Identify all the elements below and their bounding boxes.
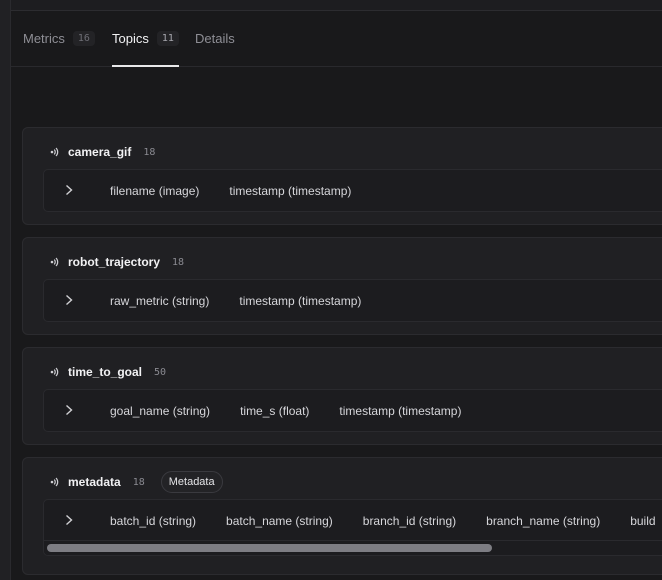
field-list: raw_metric (string) timestamp (timestamp… [110,280,391,321]
schema-field: filename (image) [110,183,200,198]
signal-icon [50,477,59,487]
tab-bar: Metrics 16 Topics 11 Details [11,11,662,67]
metadata-tag: Metadata [160,471,223,493]
field-list: goal_name (string) time_s (float) timest… [110,390,491,431]
topic-name[interactable]: robot_trajectory [68,255,160,269]
topic-header: robot_trajectory 18 [45,252,184,272]
tab-count-badge: 11 [156,31,179,46]
schema-field: build [630,513,656,528]
schema-field: branch_id (string) [362,513,457,528]
topic-count: 18 [132,476,145,488]
schema-row[interactable]: raw_metric (string) timestamp (timestamp… [43,279,662,322]
scrollbar-thumb[interactable] [47,544,492,552]
topic-header: camera_gif 18 [45,142,155,162]
tab-topics[interactable]: Topics 11 [112,11,179,67]
tab-label: Details [195,31,235,46]
tab-metrics[interactable]: Metrics 16 [23,11,95,66]
topic-name[interactable]: camera_gif [68,145,131,159]
topic-name[interactable]: metadata [68,475,121,489]
topic-header: time_to_goal 50 [45,362,166,382]
tab-label: Topics [112,31,149,46]
schema-row[interactable]: batch_id (string) batch_name (string) br… [43,499,662,556]
schema-field: timestamp (timestamp) [229,183,352,198]
topic-count: 18 [143,146,156,158]
schema-row[interactable]: filename (image) timestamp (timestamp) [43,169,662,212]
chevron-right-icon[interactable] [63,183,75,197]
schema-field: batch_id (string) [110,513,197,528]
chevron-right-icon[interactable] [63,403,75,417]
chevron-right-icon[interactable] [63,293,75,307]
horizontal-scrollbar[interactable] [44,540,662,555]
topic-name[interactable]: time_to_goal [68,365,142,379]
topic-header: metadata 18 Metadata [45,471,223,493]
schema-field: goal_name (string) [110,403,211,418]
top-strip [11,0,662,11]
topic-card: metadata 18 Metadata batch_id (string) b… [22,457,662,575]
schema-field: timestamp (timestamp) [239,293,362,308]
topic-count: 18 [172,256,185,268]
schema-field: time_s (float) [240,403,310,418]
signal-icon [50,257,59,267]
field-list: filename (image) timestamp (timestamp) [110,170,381,211]
tab-count-badge: 16 [72,31,95,46]
tab-label: Metrics [23,31,65,46]
schema-field: raw_metric (string) [110,293,210,308]
schema-row[interactable]: goal_name (string) time_s (float) timest… [43,389,662,432]
topic-card: robot_trajectory 18 raw_metric (string) … [22,237,662,335]
topic-card: time_to_goal 50 goal_name (string) time_… [22,347,662,445]
topic-card: camera_gif 18 filename (image) timestamp… [22,127,662,225]
schema-field: branch_name (string) [486,513,601,528]
chevron-right-icon[interactable] [63,513,75,527]
schema-field: batch_name (string) [226,513,333,528]
signal-icon [50,147,59,157]
topic-count: 50 [154,366,167,378]
schema-field: timestamp (timestamp) [339,403,462,418]
left-rail [0,0,11,580]
signal-icon [50,367,59,377]
tab-details[interactable]: Details [195,11,235,66]
field-list: batch_id (string) batch_name (string) br… [110,500,662,541]
